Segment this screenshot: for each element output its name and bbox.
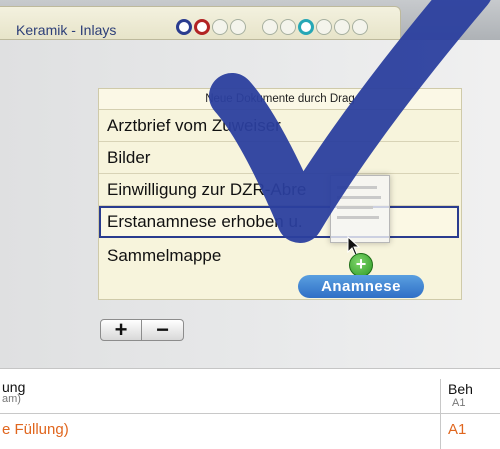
checkmark-icon — [209, 0, 491, 243]
